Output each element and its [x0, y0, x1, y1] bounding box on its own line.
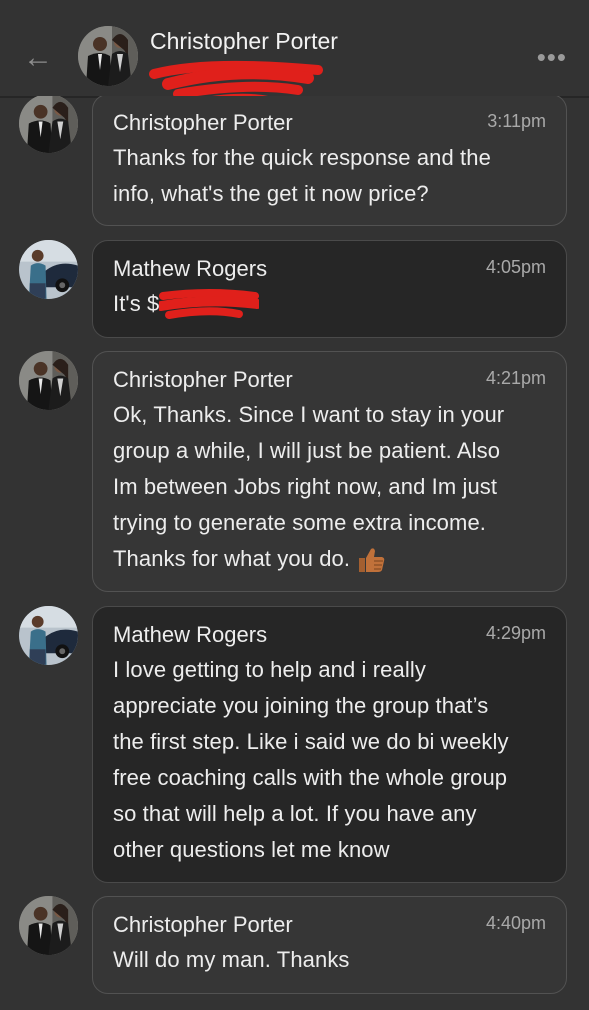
message-line: free coaching calls with the whole group [113, 765, 508, 790]
timestamp: 3:11pm [487, 111, 546, 131]
message-line: I love getting to help and i really [113, 657, 426, 682]
timestamp: 4:05pm [485, 257, 546, 277]
timestamp: 4:40pm [485, 913, 546, 933]
message-text: Ok, Thanks. Since I want to stay in your… [113, 397, 546, 577]
sender-name: Christopher Porter [113, 110, 293, 135]
message-line: Will do my man. Thanks [113, 947, 350, 972]
message-thread[interactable]: Christopher Porter 3:11pm Thanks for the… [0, 96, 589, 1010]
avatar[interactable] [19, 606, 78, 665]
timestamp: 4:21pm [485, 368, 546, 388]
message-bubble[interactable]: Mathew Rogers 4:29pm I love getting to h… [92, 606, 567, 883]
avatar[interactable] [19, 240, 78, 299]
message-line: group a while, I will just be patient. A… [113, 438, 501, 463]
message-line: trying to generate some extra income. [113, 510, 486, 535]
sender-name: Christopher Porter [113, 367, 293, 392]
message-bubble[interactable]: Christopher Porter 4:21pm Ok, Thanks. Si… [92, 351, 567, 592]
message-line: other questions let me know [113, 837, 390, 862]
more-options-icon[interactable]: ••• [537, 44, 567, 70]
message-bubble[interactable]: Christopher Porter 3:11pm Thanks for the… [92, 96, 567, 226]
message-line: the first step. Like i said we do bi wee… [113, 729, 509, 754]
message-bubble[interactable]: Mathew Rogers 4:05pm It's $ [92, 240, 567, 338]
message-bubble[interactable]: Christopher Porter 4:40pm Will do my man… [92, 896, 567, 994]
page-title: Christopher Porter [150, 28, 338, 54]
message-text: Will do my man. Thanks [113, 942, 546, 978]
message-line: Ok, Thanks. Since I want to stay in your [113, 402, 505, 427]
sender-name: Christopher Porter [113, 912, 293, 937]
message-line: It's $ [113, 291, 160, 316]
redaction-scribble [159, 289, 260, 320]
thumbs-up-icon [359, 548, 385, 573]
message-line: so that will help a lot. If you have any [113, 801, 477, 826]
avatar[interactable] [19, 896, 78, 955]
message-line: Im between Jobs right now, and Im just [113, 474, 498, 499]
message-text: It's $ [113, 286, 546, 322]
avatar[interactable] [78, 26, 138, 86]
timestamp: 4:29pm [485, 623, 546, 643]
conversation-header: ← Christopher Porter ••• [0, 0, 589, 108]
message-line: appreciate you joining the group that’s [113, 693, 489, 718]
avatar[interactable] [19, 96, 78, 153]
message-text: Thanks for the quick response and the in… [113, 140, 546, 212]
message-text: I love getting to help and i really appr… [113, 652, 546, 868]
back-arrow-icon[interactable]: ← [18, 38, 58, 78]
avatar[interactable] [19, 351, 78, 410]
sender-name: Mathew Rogers [113, 622, 268, 647]
message-line: info, what's the get it now price? [113, 181, 429, 206]
sender-name: Mathew Rogers [113, 256, 268, 281]
message-line: Thanks for the quick response and the [113, 145, 491, 170]
message-line: Thanks for what you do. [113, 546, 351, 571]
